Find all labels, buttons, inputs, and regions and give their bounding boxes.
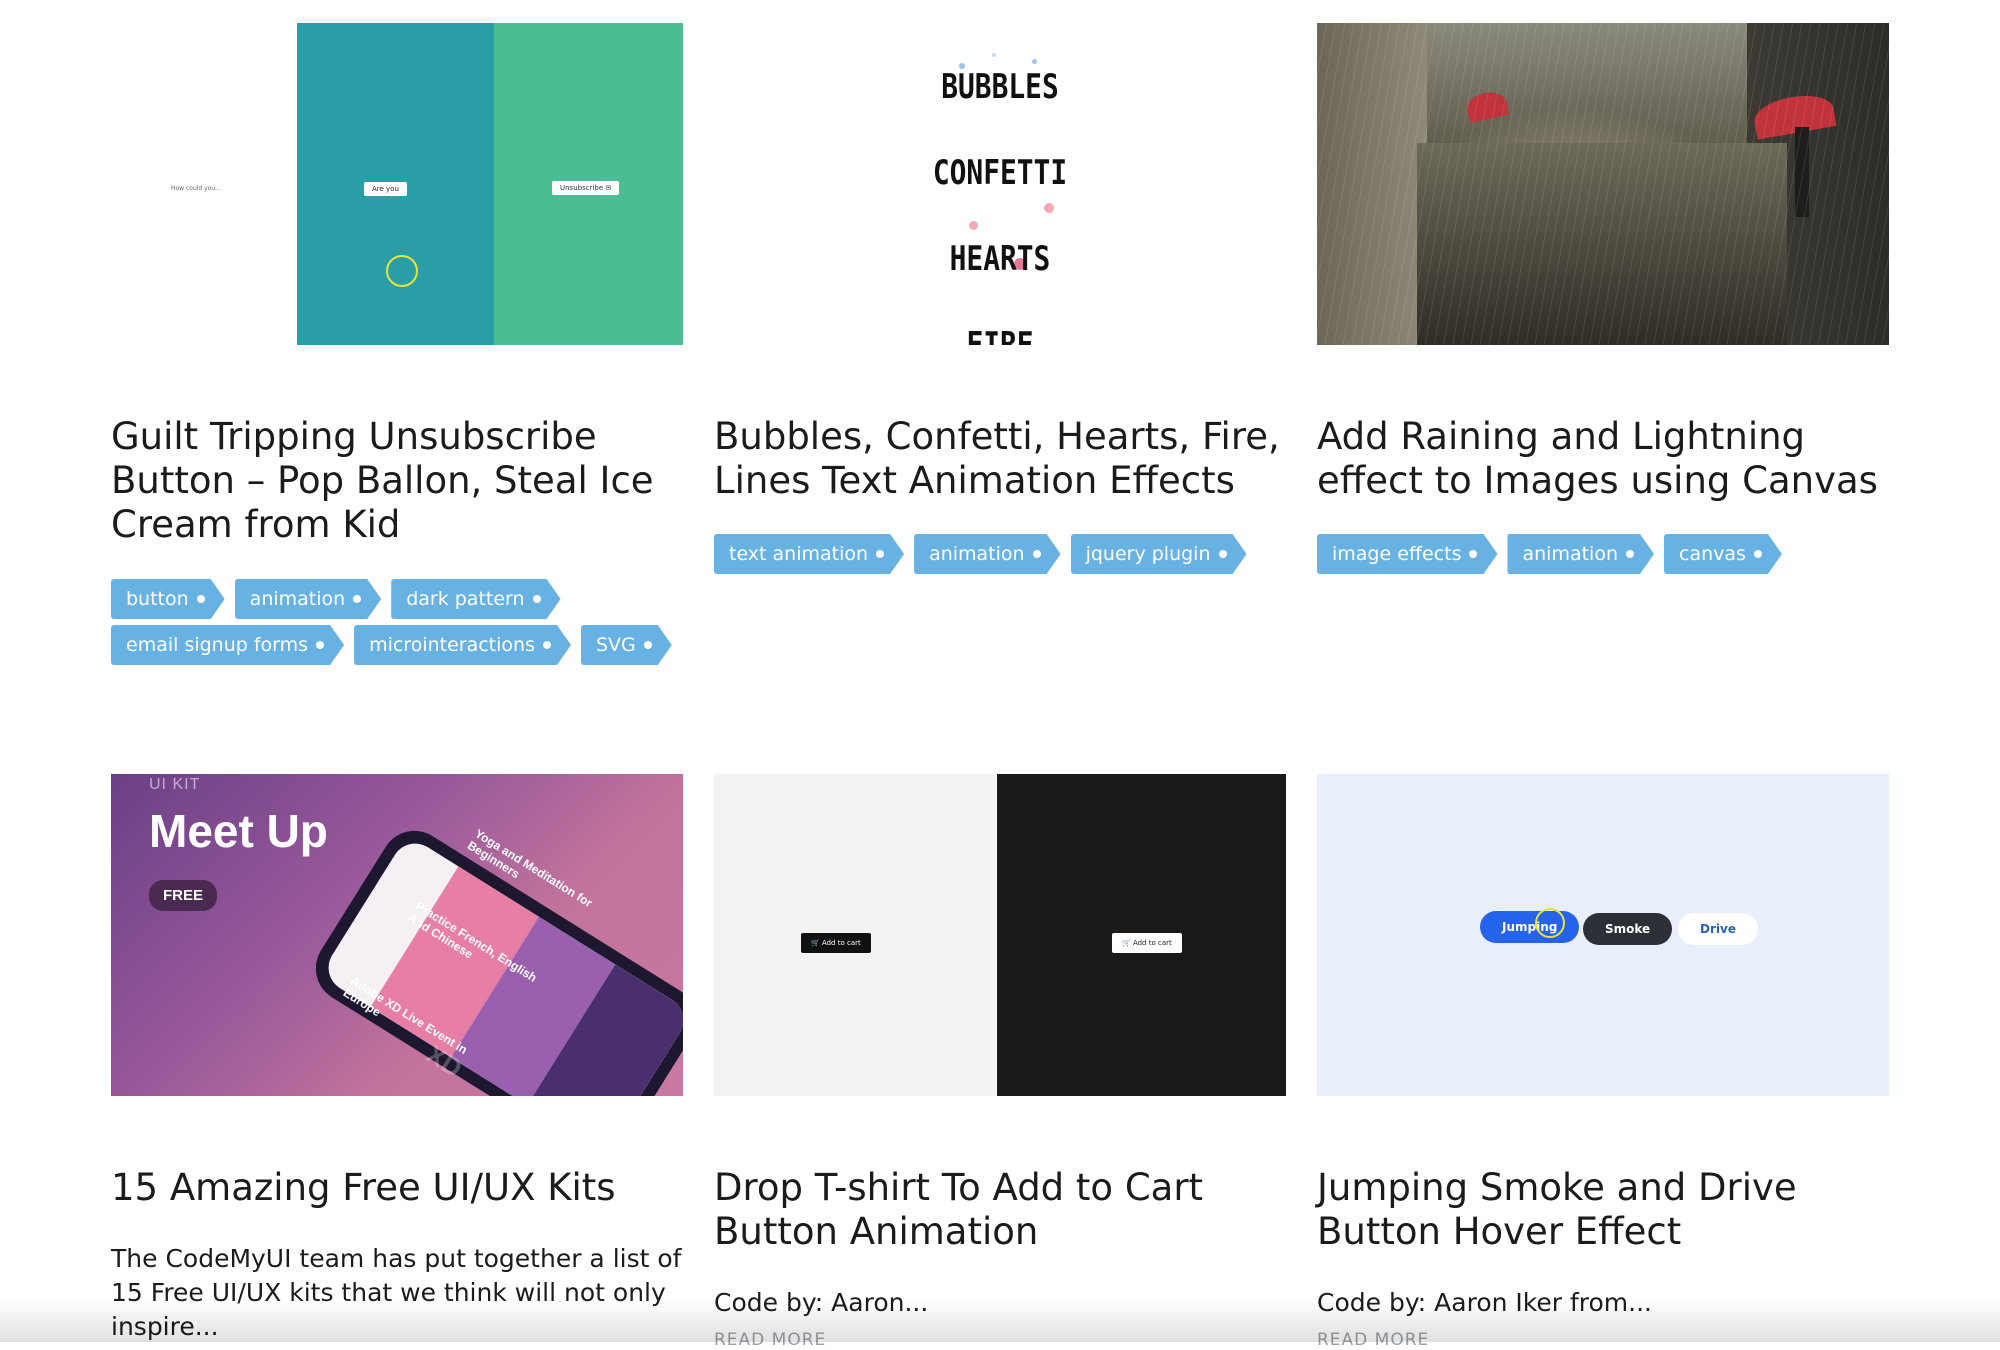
thumb-caption-left: How could you... xyxy=(171,185,221,192)
tag-list: button animation dark pattern email sign… xyxy=(111,579,683,665)
tag[interactable]: image effects xyxy=(1317,534,1497,574)
thumb-button-right: Unsubscribe ✉ xyxy=(552,181,620,195)
post-excerpt: Code by: Aaron Iker from... xyxy=(1317,1288,1652,1317)
post-thumbnail[interactable]: BUBBLES CONFETTI HEARTS FIRE xyxy=(714,23,1286,345)
post-thumbnail[interactable]: UI KIT Meet Up FREE Yoga and Meditation … xyxy=(111,774,683,1096)
tag[interactable]: email signup forms xyxy=(111,625,344,665)
cursor-icon xyxy=(386,255,418,287)
tag-list: image effects animation canvas xyxy=(1317,534,1889,574)
tag[interactable]: dark pattern xyxy=(391,579,560,619)
cart-icon: 🛒 xyxy=(1122,939,1131,947)
add-to-cart-dark: 🛒 Add to cart xyxy=(801,933,871,953)
post-title[interactable]: Drop T-shirt To Add to Cart Button Anima… xyxy=(714,1166,1286,1254)
post-title[interactable]: Bubbles, Confetti, Hearts, Fire, Lines T… xyxy=(714,415,1286,503)
post-thumbnail[interactable]: 🛒 Add to cart 🛒 Add to cart xyxy=(714,774,1286,1096)
tag[interactable]: animation xyxy=(914,534,1061,574)
thumb-word: HEARTS xyxy=(949,239,1051,279)
thumb-button-middle: Are you xyxy=(364,182,407,196)
free-badge: FREE xyxy=(149,880,218,911)
tag-list: text animation animation jquery plugin xyxy=(714,534,1286,574)
post-title[interactable]: Guilt Tripping Unsubscribe Button – Pop … xyxy=(111,415,683,547)
post-title[interactable]: Jumping Smoke and Drive Button Hover Eff… xyxy=(1317,1166,1889,1254)
tag[interactable]: button xyxy=(111,579,225,619)
cart-icon: 🛒 xyxy=(811,939,820,947)
tag[interactable]: text animation xyxy=(714,534,904,574)
smoke-button: Smoke xyxy=(1583,913,1673,945)
add-to-cart-light: 🛒 Add to cart xyxy=(1112,933,1182,953)
read-more-link[interactable]: READ MORE xyxy=(1317,1330,1429,1350)
post-title[interactable]: Add Raining and Lightning effect to Imag… xyxy=(1317,415,1889,503)
cursor-icon xyxy=(1535,908,1565,938)
thumb-word: FIRE xyxy=(966,325,1034,345)
tag[interactable]: canvas xyxy=(1664,534,1782,574)
tag[interactable]: animation xyxy=(235,579,382,619)
tag[interactable]: microinteractions xyxy=(354,625,571,665)
tag[interactable]: animation xyxy=(1507,534,1654,574)
kit-title: Meet Up xyxy=(149,805,328,857)
drive-button: Drive xyxy=(1678,913,1758,945)
mail-icon: ✉ xyxy=(605,184,612,192)
thumb-word: BUBBLES xyxy=(941,67,1059,107)
post-excerpt: Code by: Aaron... xyxy=(714,1288,929,1317)
post-thumbnail[interactable]: Jumping Smoke Drive xyxy=(1317,774,1889,1096)
post-thumbnail[interactable]: How could you... Are you Unsubscribe ✉ xyxy=(111,23,683,345)
tag[interactable]: jquery plugin xyxy=(1071,534,1247,574)
read-more-link[interactable]: READ MORE xyxy=(714,1330,826,1350)
post-excerpt: The CodeMyUI team has put together a lis… xyxy=(111,1244,682,1341)
tag[interactable]: SVG xyxy=(581,625,672,665)
kit-label: UI KIT xyxy=(149,776,201,793)
post-title[interactable]: 15 Amazing Free UI/UX Kits xyxy=(111,1166,683,1210)
post-thumbnail[interactable] xyxy=(1317,23,1889,345)
thumb-word: CONFETTI xyxy=(932,153,1068,193)
